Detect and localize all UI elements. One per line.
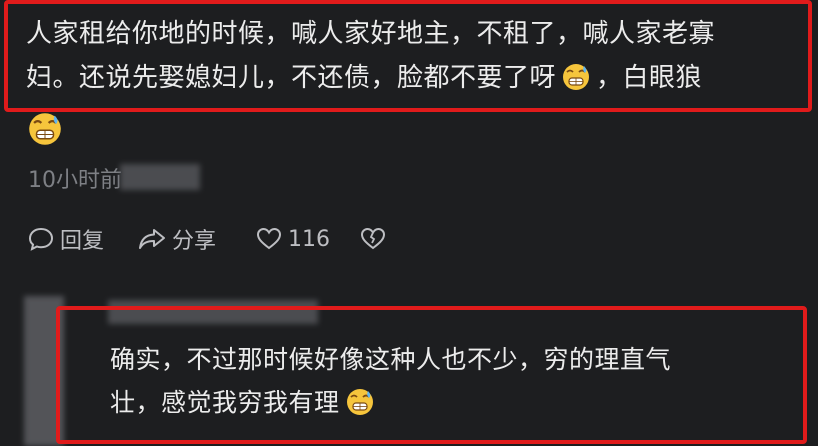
dislike-button[interactable] (360, 222, 392, 256)
comment-text: 人家租给你地的时候，喊人家好地主，不租了，喊人家老寡 妇。还说先娶媳妇儿，不还债… (26, 12, 796, 100)
like-button[interactable]: 116 (256, 222, 330, 256)
share-arrow-icon (139, 229, 165, 249)
grinning-sweat-emoji-icon (562, 63, 590, 91)
reply-label: 回复 (60, 229, 105, 254)
like-count: 116 (288, 226, 330, 252)
emoji-line (28, 112, 62, 146)
share-button[interactable]: 分享 (138, 222, 216, 256)
timestamp: 10小时前 (28, 168, 122, 193)
broken-heart-icon (360, 227, 386, 250)
comment-line-part: 妇。还说先娶媳妇儿，不还债，脸都不要了呀 (26, 63, 557, 93)
heart-icon (256, 227, 282, 250)
grinning-sweat-emoji-icon (28, 112, 62, 146)
comment-line: 确实，不过那时候好像这种人也不少，穷的理直气 (110, 345, 672, 374)
comment-line: 壮，感觉我穷我有理 (110, 381, 770, 424)
share-label: 分享 (172, 229, 217, 254)
comment-line-part: ，白眼狼 (596, 63, 703, 93)
reply-button[interactable]: 回复 (28, 222, 104, 256)
blurred-username (120, 164, 200, 190)
grinning-sweat-emoji-icon (346, 388, 374, 416)
reply-comment-text: 确实，不过那时候好像这种人也不少，穷的理直气 壮，感觉我穷我有理 (110, 338, 770, 424)
comment-line: 人家租给你地的时候，喊人家好地主，不租了，喊人家老寡 (26, 19, 716, 49)
comment-line-part: 壮，感觉我穷我有理 (110, 388, 340, 417)
comment-line: 妇。还说先娶媳妇儿，不还债，脸都不要了呀 ，白眼狼 (26, 56, 796, 100)
comment-bubble-icon (28, 227, 54, 251)
